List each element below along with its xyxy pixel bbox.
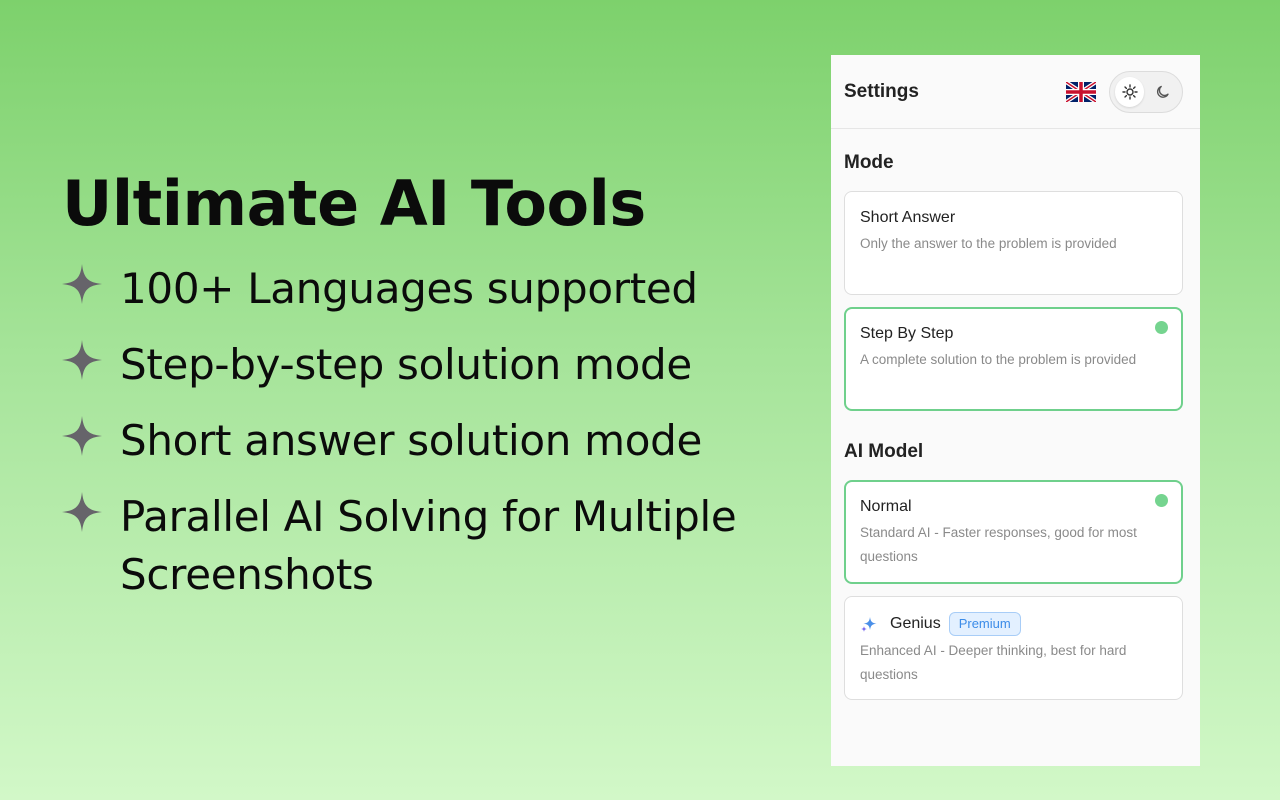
feature-text: Short answer solution mode xyxy=(120,416,703,466)
mode-option-step-by-step[interactable]: Step By Step A complete solution to the … xyxy=(844,307,1183,411)
feature-text: 100+ Languages supported xyxy=(120,264,698,314)
four-point-star-icon xyxy=(62,340,102,381)
feature-item: Step-by-step solution mode xyxy=(62,336,802,394)
dark-theme-button[interactable] xyxy=(1148,77,1177,107)
settings-panel: Settings Mode Short Answer Only the answ… xyxy=(831,55,1200,766)
feature-text: Step-by-step solution mode xyxy=(120,340,692,390)
four-point-star-icon xyxy=(62,416,102,457)
selected-indicator xyxy=(1155,494,1168,507)
feature-item: 100+ Languages supported xyxy=(62,260,802,318)
option-title: Short Answer xyxy=(860,209,956,226)
feature-list: 100+ Languages supported Step-by-step so… xyxy=(62,260,802,604)
option-title: Normal xyxy=(860,498,912,515)
light-theme-button[interactable] xyxy=(1115,76,1144,107)
settings-title: Settings xyxy=(844,80,919,102)
selected-indicator xyxy=(1155,321,1168,334)
feature-item: Short answer solution mode xyxy=(62,412,802,470)
premium-badge: Premium xyxy=(948,612,1021,636)
sun-icon xyxy=(1121,83,1138,100)
feature-item: Parallel AI Solving for Multiple Screens… xyxy=(62,488,802,604)
sparkle-icon xyxy=(861,617,877,632)
four-point-star-icon xyxy=(62,492,102,533)
ai-model-section-title: AI Model xyxy=(844,441,924,462)
theme-toggle[interactable] xyxy=(1109,70,1183,113)
uk-flag-icon[interactable] xyxy=(1066,81,1096,102)
mode-options: Short Answer Only the answer to the prob… xyxy=(844,191,1183,411)
genius-label: Genius xyxy=(890,615,941,632)
four-point-star-icon xyxy=(62,264,102,305)
ai-model-options: Normal Standard AI - Faster responses, g… xyxy=(844,480,1183,700)
moon-icon xyxy=(1156,85,1169,98)
mode-option-short-answer[interactable]: Short Answer Only the answer to the prob… xyxy=(844,191,1183,295)
option-title-row: Genius Premium xyxy=(860,612,1168,636)
option-description: Enhanced AI - Deeper thinking, best for … xyxy=(860,643,1127,682)
hero-title: Ultimate AI Tools xyxy=(62,167,646,240)
model-option-normal[interactable]: Normal Standard AI - Faster responses, g… xyxy=(844,480,1183,584)
feature-text: Parallel AI Solving for Multiple Screens… xyxy=(120,492,737,600)
model-option-genius[interactable]: Genius Premium Enhanced AI - Deeper thin… xyxy=(844,596,1183,700)
hero-section: Ultimate AI Tools 100+ Languages support… xyxy=(62,167,802,622)
option-description: Only the answer to the problem is provid… xyxy=(860,236,1117,251)
option-description: A complete solution to the problem is pr… xyxy=(860,352,1137,367)
option-description: Standard AI - Faster responses, good for… xyxy=(860,525,1137,564)
mode-section: Mode Short Answer Only the answer to the… xyxy=(831,152,1200,411)
ai-model-section: AI Model Normal Standard AI - Faster res… xyxy=(831,441,1200,700)
settings-header: Settings xyxy=(831,55,1200,129)
mode-section-title: Mode xyxy=(844,152,894,173)
option-title: Step By Step xyxy=(860,325,954,342)
